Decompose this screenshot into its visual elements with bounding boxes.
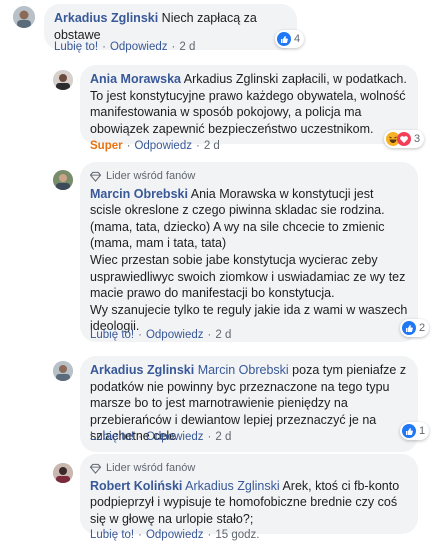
comment-author[interactable]: Arkadius Zglinski: [54, 11, 158, 25]
reaction-count: 2: [419, 322, 426, 334]
comment-actions: Super · Odpowiedz · 2 d: [90, 140, 220, 152]
comment-actions: Lubię to! · Odpowiedz · 15 godz.: [90, 529, 260, 541]
timestamp[interactable]: 15 godz.: [215, 529, 259, 541]
avatar[interactable]: [13, 6, 35, 28]
comment-text: Ania Morawska w konstytucji jest scisle …: [90, 186, 408, 334]
comment-author[interactable]: Robert Koliński: [90, 479, 182, 493]
diamond-icon: [90, 463, 101, 474]
person-avatar-icon: [53, 170, 73, 190]
comment-actions: Lubię to! · Odpowiedz · 2 d: [54, 41, 196, 53]
reply-button[interactable]: Odpowiedz: [146, 329, 204, 341]
timestamp[interactable]: 2 d: [179, 41, 195, 53]
comment-actions: Lubię to! · Odpowiedz · 2 d: [90, 431, 232, 443]
reaction-summary[interactable]: 2: [400, 319, 430, 337]
reaction-summary[interactable]: 4: [275, 30, 305, 48]
avatar[interactable]: [53, 463, 73, 483]
person-avatar-icon: [53, 463, 73, 483]
reply-button[interactable]: Odpowiedz: [146, 529, 204, 541]
like-icon: [402, 424, 416, 438]
mention-link[interactable]: Arkadius Zglinski: [185, 479, 279, 493]
comment-actions: Lubię to! · Odpowiedz · 2 d: [90, 329, 232, 341]
comment-author[interactable]: Ania Morawska: [90, 72, 181, 86]
person-avatar-icon: [13, 6, 35, 28]
comment-author[interactable]: Marcin Obrebski: [90, 187, 188, 201]
super-reaction-button[interactable]: Super: [90, 140, 123, 152]
diamond-icon: [90, 171, 101, 182]
timestamp[interactable]: 2 d: [215, 329, 231, 341]
person-avatar-icon: [53, 361, 73, 381]
fan-badge-label: Lider wśród fanów: [106, 462, 196, 474]
fan-badge-label: Lider wśród fanów: [106, 170, 196, 182]
avatar[interactable]: [53, 70, 73, 90]
reaction-count: 1: [419, 425, 426, 437]
reaction-summary[interactable]: 1: [400, 422, 430, 440]
person-avatar-icon: [53, 70, 73, 90]
like-icon: [277, 32, 291, 46]
comment-bubble: Lider wśród fanów Robert Koliński Arkadi…: [80, 454, 418, 535]
reply-button[interactable]: Odpowiedz: [146, 431, 204, 443]
comment-bubble: Ania Morawska Arkadius Zglinski zapłacil…: [80, 65, 418, 145]
reply-button[interactable]: Odpowiedz: [110, 41, 168, 53]
like-button[interactable]: Lubię to!: [90, 529, 134, 541]
like-icon: [402, 321, 416, 335]
reaction-summary[interactable]: 3: [384, 130, 425, 148]
reply-button[interactable]: Odpowiedz: [134, 140, 192, 152]
timestamp[interactable]: 2 d: [215, 431, 231, 443]
reaction-count: 4: [294, 33, 301, 45]
avatar[interactable]: [53, 170, 73, 190]
timestamp[interactable]: 2 d: [204, 140, 220, 152]
like-button[interactable]: Lubię to!: [90, 329, 134, 341]
like-button[interactable]: Lubię to!: [54, 41, 98, 53]
love-icon: [397, 132, 411, 146]
reaction-count: 3: [414, 133, 421, 145]
fan-badge: Lider wśród fanów: [90, 460, 408, 477]
comment-bubble: Lider wśród fanów Marcin Obrebski Ania M…: [80, 162, 418, 342]
comment-author[interactable]: Arkadius Zglinski: [90, 363, 194, 377]
like-button[interactable]: Lubię to!: [90, 431, 134, 443]
avatar[interactable]: [53, 361, 73, 381]
fan-badge: Lider wśród fanów: [90, 168, 408, 185]
mention-link[interactable]: Marcin Obrebski: [198, 363, 289, 377]
